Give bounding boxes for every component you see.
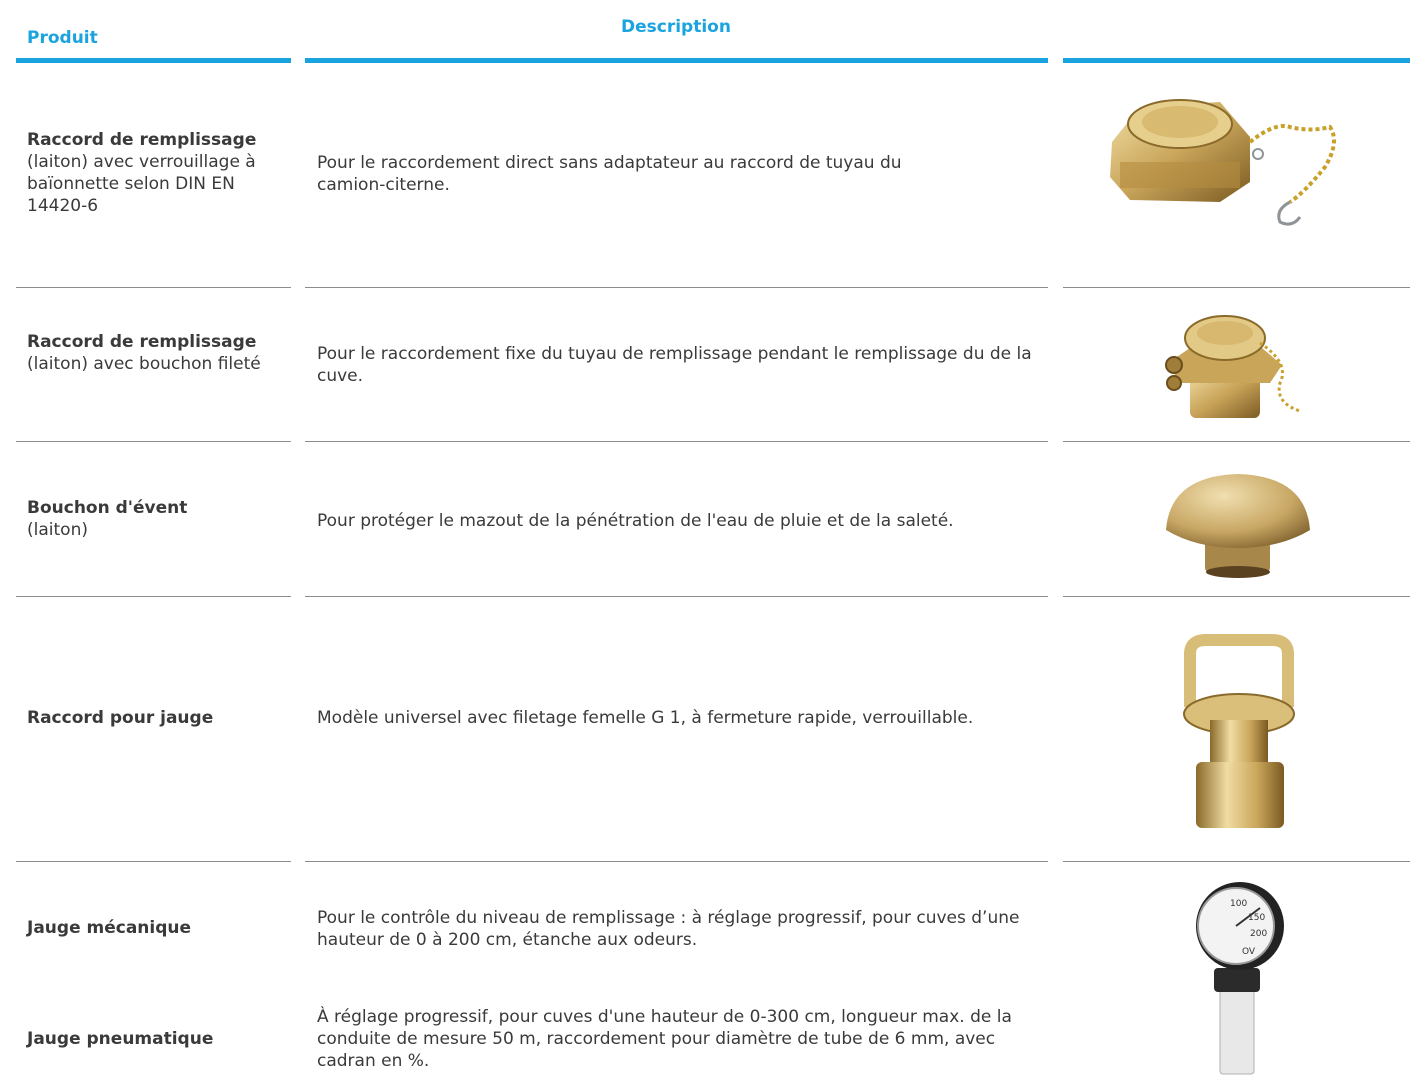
product-cell: Jauge mécanique [27, 917, 267, 939]
gauge-dial-brand: OV [1242, 947, 1256, 957]
row-separator [16, 861, 291, 862]
header-bar-image [1063, 58, 1410, 63]
gauge-coupling-icon [1183, 634, 1295, 828]
row-separator [1063, 596, 1410, 597]
product-description: Pour protéger le mazout de la pénétratio… [317, 511, 954, 531]
gauge-dial-label: 100 [1230, 899, 1247, 909]
product-description: Modèle universel avec filetage femelle G… [317, 708, 974, 728]
gauge-dial-label: 150 [1248, 913, 1265, 923]
threaded-cap-coupling-icon [1165, 315, 1301, 418]
row-separator [16, 441, 291, 442]
product-cell: Bouchon d'évent (laiton) [27, 497, 267, 541]
product-cell: Raccord de remplissage (laiton) avec bou… [27, 331, 267, 375]
header-product: Produit [27, 28, 98, 48]
gauge-dial-label: 200 [1250, 929, 1267, 939]
vent-cap-icon [1166, 474, 1310, 578]
header-description: Description [621, 17, 731, 37]
product-subtitle: (laiton) avec bouchon fileté [27, 354, 261, 374]
row-separator [305, 287, 1048, 288]
row-separator [305, 861, 1048, 862]
header-bar-description [305, 58, 1048, 63]
row-separator [16, 287, 291, 288]
product-subtitle: (laiton) avec verrouillage à baïonnette … [27, 152, 256, 216]
row-separator [1063, 441, 1410, 442]
row-separator [305, 441, 1048, 442]
header-bar-product [16, 58, 291, 63]
level-gauge-icon: 100 150 200 OV [1196, 882, 1284, 1075]
product-description: Pour le raccordement fixe du tuyau de re… [317, 344, 1032, 386]
product-cell: Raccord de remplissage (laiton) avec ver… [27, 129, 282, 217]
product-cell: Raccord pour jauge [27, 707, 267, 729]
product-description: Pour le raccordement direct sans adaptat… [317, 153, 902, 195]
product-name: Raccord de remplissage [27, 130, 257, 150]
product-name: Raccord pour jauge [27, 708, 214, 728]
product-name: Jauge pneumatique [27, 1029, 214, 1049]
product-name: Bouchon d'évent [27, 498, 188, 518]
row-separator [1063, 287, 1410, 288]
bayonet-fill-coupling-with-chain-icon [1110, 99, 1336, 226]
product-name: Jauge mécanique [27, 918, 192, 938]
product-name: Raccord de remplissage [27, 332, 257, 352]
row-separator [305, 596, 1048, 597]
product-cell: Jauge pneumatique [27, 1028, 267, 1050]
product-description: Pour le contrôle du niveau de remplissag… [317, 908, 1020, 950]
product-subtitle: (laiton) [27, 520, 88, 540]
row-separator [1063, 861, 1410, 862]
product-description: À réglage progressif, pour cuves d'une h… [317, 1007, 1012, 1071]
row-separator [16, 596, 291, 597]
